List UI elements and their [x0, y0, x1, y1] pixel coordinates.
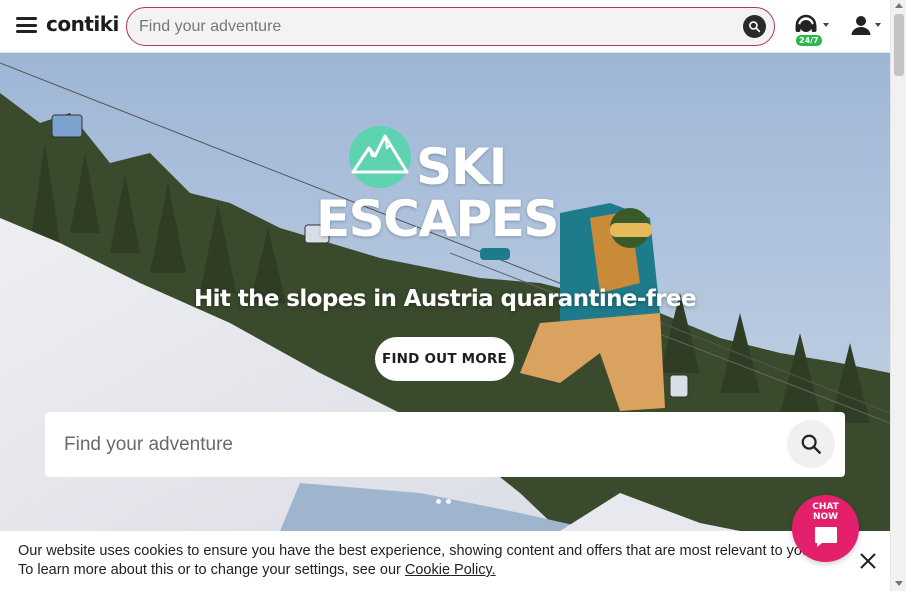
hero-content: SKI ESCAPES Hit the slopes in Austria qu… — [0, 53, 890, 531]
cookie-banner: Our website uses cookies to ensure you h… — [0, 531, 890, 591]
header-search-input[interactable] — [139, 16, 729, 38]
chat-label-line1: CHAT — [812, 502, 839, 512]
support-menu[interactable]: 24/7 — [793, 11, 831, 47]
hero-title-line2: ESCAPES — [316, 190, 559, 248]
menu-icon-bar — [16, 23, 37, 27]
hero-title-line1: SKI — [416, 138, 507, 196]
menu-icon-bar — [16, 17, 37, 20]
chat-bubble-icon — [815, 527, 837, 547]
close-icon[interactable] — [858, 551, 878, 571]
carousel-dot[interactable] — [436, 499, 441, 504]
carousel-dot[interactable] — [446, 499, 451, 504]
search-icon — [749, 21, 761, 33]
support-24-7-badge: 24/7 — [795, 34, 823, 47]
chevron-down-icon — [875, 23, 881, 27]
header-search-button[interactable] — [743, 15, 766, 38]
chat-now-label: CHAT NOW — [792, 502, 859, 522]
contiki-logo[interactable]: contiki — [46, 12, 119, 36]
hero-banner: SKI ESCAPES Hit the slopes in Austria qu… — [0, 53, 890, 531]
menu-icon[interactable] — [16, 17, 37, 33]
menu-icon-bar — [16, 30, 37, 33]
hero-title: SKI ESCAPES — [316, 141, 586, 245]
cookie-message: Our website uses cookies to ensure you h… — [18, 542, 818, 580]
site-header: contiki 24/7 — [0, 0, 890, 53]
scroll-up-arrow-icon[interactable] — [895, 3, 903, 8]
chat-label-line2: NOW — [812, 512, 839, 522]
page-scrollbar[interactable] — [890, 0, 906, 591]
find-out-more-button[interactable]: FIND OUT MORE — [375, 337, 514, 381]
search-icon — [801, 434, 821, 454]
scroll-down-arrow-icon[interactable] — [895, 581, 903, 586]
chevron-down-icon — [823, 23, 829, 27]
user-icon — [851, 16, 871, 35]
chat-now-button[interactable]: CHAT NOW — [792, 495, 859, 562]
account-menu[interactable] — [850, 14, 884, 40]
hero-subtitle: Hit the slopes in Austria quarantine-fre… — [193, 286, 697, 312]
carousel-pagination — [436, 499, 451, 504]
header-search-bar — [126, 7, 775, 46]
hero-search-bar — [45, 412, 845, 477]
hero-search-button[interactable] — [787, 420, 835, 468]
scrollbar-thumb[interactable] — [894, 14, 904, 76]
hero-search-input[interactable] — [64, 432, 764, 458]
cookie-policy-link[interactable]: Cookie Policy. — [405, 562, 496, 578]
